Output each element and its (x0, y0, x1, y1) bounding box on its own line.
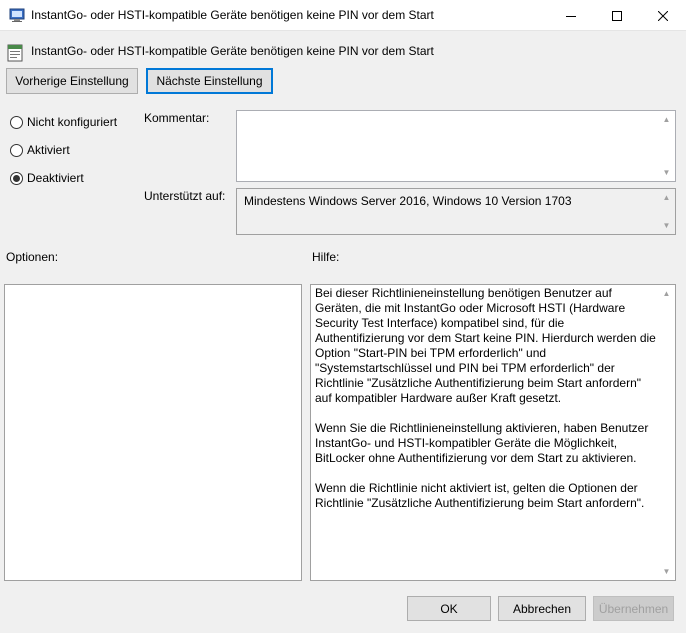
cancel-button[interactable]: Abbrechen (498, 596, 586, 621)
scroll-up-icon[interactable]: ▲ (658, 111, 675, 128)
comment-label: Kommentar: (144, 111, 210, 125)
supported-textbox: Mindestens Windows Server 2016, Windows … (236, 188, 676, 235)
maximize-icon (612, 10, 622, 21)
scroll-down-icon[interactable]: ▼ (658, 563, 675, 580)
minimize-icon (566, 15, 576, 17)
apply-button[interactable]: Übernehmen (593, 596, 674, 621)
policy-document-icon (7, 44, 23, 62)
minimize-button[interactable] (548, 0, 594, 31)
radio-enabled[interactable]: Aktiviert (10, 143, 70, 157)
radio-label: Deaktiviert (27, 171, 84, 185)
radio-circle-selected[interactable] (10, 171, 23, 185)
radio-label: Nicht konfiguriert (27, 115, 118, 129)
supported-value: Mindestens Windows Server 2016, Windows … (244, 194, 572, 208)
help-text: Bei dieser Richtlinieneinstellung benöti… (315, 286, 656, 510)
help-scrollbar[interactable]: ▲ ▼ (658, 285, 675, 580)
radio-circle[interactable] (10, 143, 23, 157)
help-label: Hilfe: (312, 250, 340, 264)
scroll-down-icon[interactable]: ▼ (658, 217, 675, 234)
radio-label: Aktiviert (27, 143, 70, 157)
close-button[interactable] (640, 0, 686, 31)
supported-label: Unterstützt auf: (144, 189, 226, 203)
radio-circle[interactable] (10, 115, 23, 129)
maximize-button[interactable] (594, 0, 640, 31)
radio-not-configured[interactable]: Nicht konfiguriert (10, 115, 117, 129)
radio-disabled[interactable]: Deaktiviert (10, 171, 84, 185)
setting-name: InstantGo- oder HSTI-kompatible Geräte b… (31, 44, 434, 58)
options-panel (4, 284, 302, 581)
supported-scrollbar[interactable]: ▲ ▼ (658, 189, 675, 234)
close-icon (658, 10, 668, 21)
comment-textbox[interactable]: ▲ ▼ (236, 110, 676, 182)
window-title: InstantGo- oder HSTI-kompatible Geräte b… (31, 8, 434, 22)
title-bar: InstantGo- oder HSTI-kompatible Geräte b… (0, 0, 686, 31)
policy-setting-icon (9, 7, 25, 23)
scroll-up-icon[interactable]: ▲ (658, 285, 675, 302)
previous-setting-button[interactable]: Vorherige Einstellung (6, 68, 138, 94)
options-label: Optionen: (6, 250, 59, 264)
scroll-down-icon[interactable]: ▼ (658, 164, 675, 181)
next-setting-button[interactable]: Nächste Einstellung (146, 68, 273, 94)
ok-button[interactable]: OK (407, 596, 491, 621)
help-panel: Bei dieser Richtlinieneinstellung benöti… (310, 284, 676, 581)
comment-scrollbar[interactable]: ▲ ▼ (658, 111, 675, 181)
scroll-up-icon[interactable]: ▲ (658, 189, 675, 206)
